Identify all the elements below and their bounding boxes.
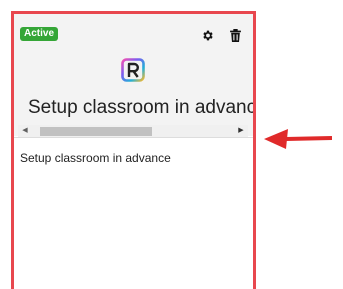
card-header: Active Setup classroom in advance ◀ ▶ <box>14 14 254 137</box>
scrollbar-thumb[interactable] <box>40 127 152 136</box>
scroll-left-arrow-icon[interactable]: ◀ <box>20 125 30 137</box>
red-pointer-arrow-icon <box>264 129 332 149</box>
task-card[interactable]: Active Setup classroom in advance ◀ ▶ Se… <box>11 11 256 289</box>
divider <box>14 137 253 138</box>
horizontal-scrollbar[interactable]: ◀ ▶ <box>18 125 248 137</box>
status-badge: Active <box>20 27 59 41</box>
screenshot-stage: Active Setup classroom in advance ◀ ▶ Se… <box>0 0 343 289</box>
app-logo-icon <box>121 58 145 82</box>
card-title: Setup classroom in advance <box>28 97 254 118</box>
scroll-right-arrow-icon[interactable]: ▶ <box>236 125 246 137</box>
gear-icon[interactable] <box>201 29 214 42</box>
card-description: Setup classroom in advance <box>20 151 171 165</box>
trash-icon[interactable] <box>230 29 241 42</box>
